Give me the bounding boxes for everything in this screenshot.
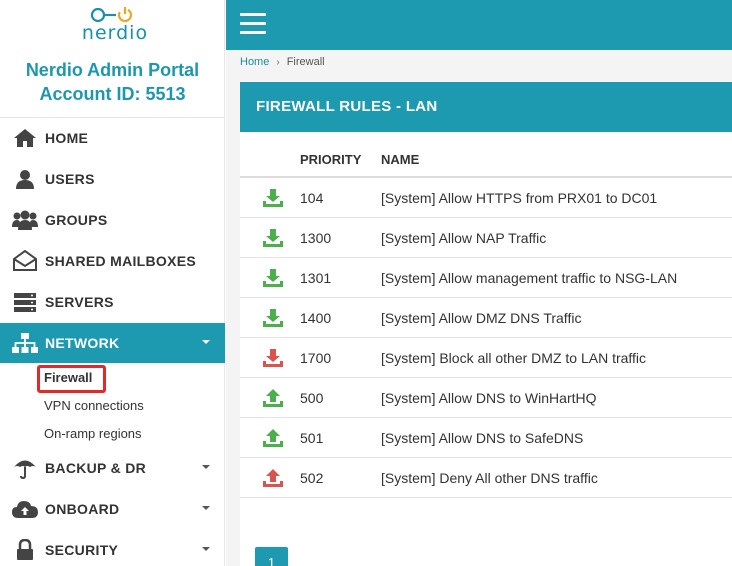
logo-text: nerdio: [81, 22, 149, 44]
rule-priority: 500: [300, 390, 324, 406]
rule-name[interactable]: [System] Allow DMZ DNS Traffic: [381, 310, 581, 326]
inbound-download-icon: [262, 188, 284, 208]
outbound-upload-icon: [262, 428, 284, 448]
rule-name[interactable]: [System] Allow management traffic to NSG…: [381, 270, 677, 286]
table-row[interactable]: 500 [System] Allow DNS to WinHartHQ: [240, 378, 732, 418]
nav-label-network: NETWORK: [45, 335, 120, 351]
inbound-download-icon: [262, 228, 284, 248]
mailbox-icon: [12, 250, 38, 272]
nav-item-shared-mailboxes[interactable]: SHARED MAILBOXES: [0, 241, 225, 281]
subnav-firewall[interactable]: Firewall: [44, 370, 92, 385]
nav-item-security[interactable]: SECURITY: [0, 530, 225, 566]
firewall-rules-table: PRIORITY NAME 104 [System] Allow HTTPS fr…: [240, 142, 732, 498]
lock-icon: [12, 539, 38, 561]
column-header-priority[interactable]: PRIORITY: [300, 152, 361, 167]
panel-header: FIREWALL RULES - LAN: [240, 82, 732, 132]
group-icon: [12, 209, 38, 231]
table-row[interactable]: 1400 [System] Allow DMZ DNS Traffic: [240, 298, 732, 338]
nav-label-backup-dr: BACKUP & DR: [45, 460, 147, 476]
breadcrumb-separator: ›: [276, 56, 280, 68]
chevron-down-icon: [202, 465, 210, 469]
panel-title: FIREWALL RULES - LAN: [256, 98, 438, 115]
inbound-download-icon: [262, 308, 284, 328]
sidebar: nerdio Nerdio Admin Portal Account ID: 5…: [0, 0, 225, 566]
chevron-down-icon: [202, 340, 210, 344]
server-icon: [12, 291, 38, 313]
inbound-download-icon: [262, 268, 284, 288]
nav-item-backup-dr[interactable]: BACKUP & DR: [0, 448, 225, 488]
table-row[interactable]: 1700 [System] Block all other DMZ to LAN …: [240, 338, 732, 378]
sitemap-icon: [12, 332, 38, 354]
table-row[interactable]: 1300 [System] Allow NAP Traffic: [240, 218, 732, 258]
nav-item-home[interactable]: HOME: [0, 118, 225, 158]
firewall-rules-panel: FIREWALL RULES - LAN PRIORITY NAME 104 [S…: [240, 82, 732, 566]
inbound-download-icon: [262, 348, 284, 368]
umbrella-icon: [12, 457, 38, 479]
nav-label-servers: SERVERS: [45, 294, 114, 310]
cloud-upload-icon: [12, 498, 38, 520]
chevron-down-icon: [202, 547, 210, 551]
nav-label-onboard: ONBOARD: [45, 501, 120, 517]
rule-name[interactable]: [System] Block all other DMZ to LAN traf…: [381, 350, 646, 366]
rule-priority: 1300: [300, 230, 332, 246]
home-icon: [12, 127, 38, 149]
rule-name[interactable]: [System] Allow DNS to SafeDNS: [381, 430, 583, 446]
table-row[interactable]: 1301 [System] Allow management traffic to…: [240, 258, 732, 298]
nav-item-groups[interactable]: GROUPS: [0, 200, 225, 240]
rule-priority: 1301: [300, 270, 332, 286]
breadcrumb-home-link[interactable]: Home: [240, 56, 269, 68]
hamburger-menu-icon[interactable]: [240, 13, 266, 35]
rule-name[interactable]: [System] Allow NAP Traffic: [381, 230, 546, 246]
nav-item-onboard[interactable]: ONBOARD: [0, 489, 225, 529]
table-body: 104 [System] Allow HTTPS from PRX01 to DC…: [240, 178, 732, 498]
table-header: PRIORITY NAME: [240, 142, 732, 178]
column-header-name[interactable]: NAME: [381, 152, 419, 167]
nav-item-servers[interactable]: SERVERS: [0, 282, 225, 322]
rule-priority: 1700: [300, 350, 332, 366]
table-row[interactable]: 501 [System] Allow DNS to SafeDNS: [240, 418, 732, 458]
rule-name[interactable]: [System] Allow HTTPS from PRX01 to DC01: [381, 190, 657, 206]
nav-label-groups: GROUPS: [45, 212, 108, 228]
outbound-upload-icon: [262, 388, 284, 408]
table-row[interactable]: 104 [System] Allow HTTPS from PRX01 to DC…: [240, 178, 732, 218]
top-header: [226, 0, 732, 50]
nav-label-users: USERS: [45, 171, 95, 187]
portal-title: Nerdio Admin Portal: [25, 60, 200, 80]
breadcrumb: Home › Firewall: [240, 56, 325, 68]
rule-name[interactable]: [System] Deny All other DNS traffic: [381, 470, 598, 486]
table-row[interactable]: 502 [System] Deny All other DNS traffic: [240, 458, 732, 498]
account-id: Account ID: 5513: [39, 84, 186, 104]
main-content: Home › Firewall FIREWALL RULES - LAN PRI…: [226, 50, 732, 566]
nav-label-shared-mailboxes: SHARED MAILBOXES: [45, 253, 197, 269]
nav-item-network[interactable]: NETWORK: [0, 323, 225, 363]
nav-item-users[interactable]: USERS: [0, 159, 225, 199]
user-icon: [12, 168, 38, 190]
rule-name[interactable]: [System] Allow DNS to WinHartHQ: [381, 390, 597, 406]
breadcrumb-current: Firewall: [286, 56, 325, 68]
nerdio-logo[interactable]: nerdio: [78, 4, 152, 44]
subnav-vpn-connections[interactable]: VPN connections: [44, 398, 144, 413]
rule-priority: 502: [300, 470, 324, 486]
pagination-page-1[interactable]: 1: [255, 547, 288, 566]
nav-label-home: HOME: [45, 130, 89, 146]
subnav-on-ramp-regions[interactable]: On-ramp regions: [44, 426, 142, 441]
rule-priority: 1400: [300, 310, 332, 326]
rule-priority: 104: [300, 190, 324, 206]
chevron-down-icon: [202, 506, 210, 510]
rule-priority: 501: [300, 430, 324, 446]
nav-label-security: SECURITY: [45, 542, 119, 558]
outbound-upload-icon: [262, 468, 284, 488]
